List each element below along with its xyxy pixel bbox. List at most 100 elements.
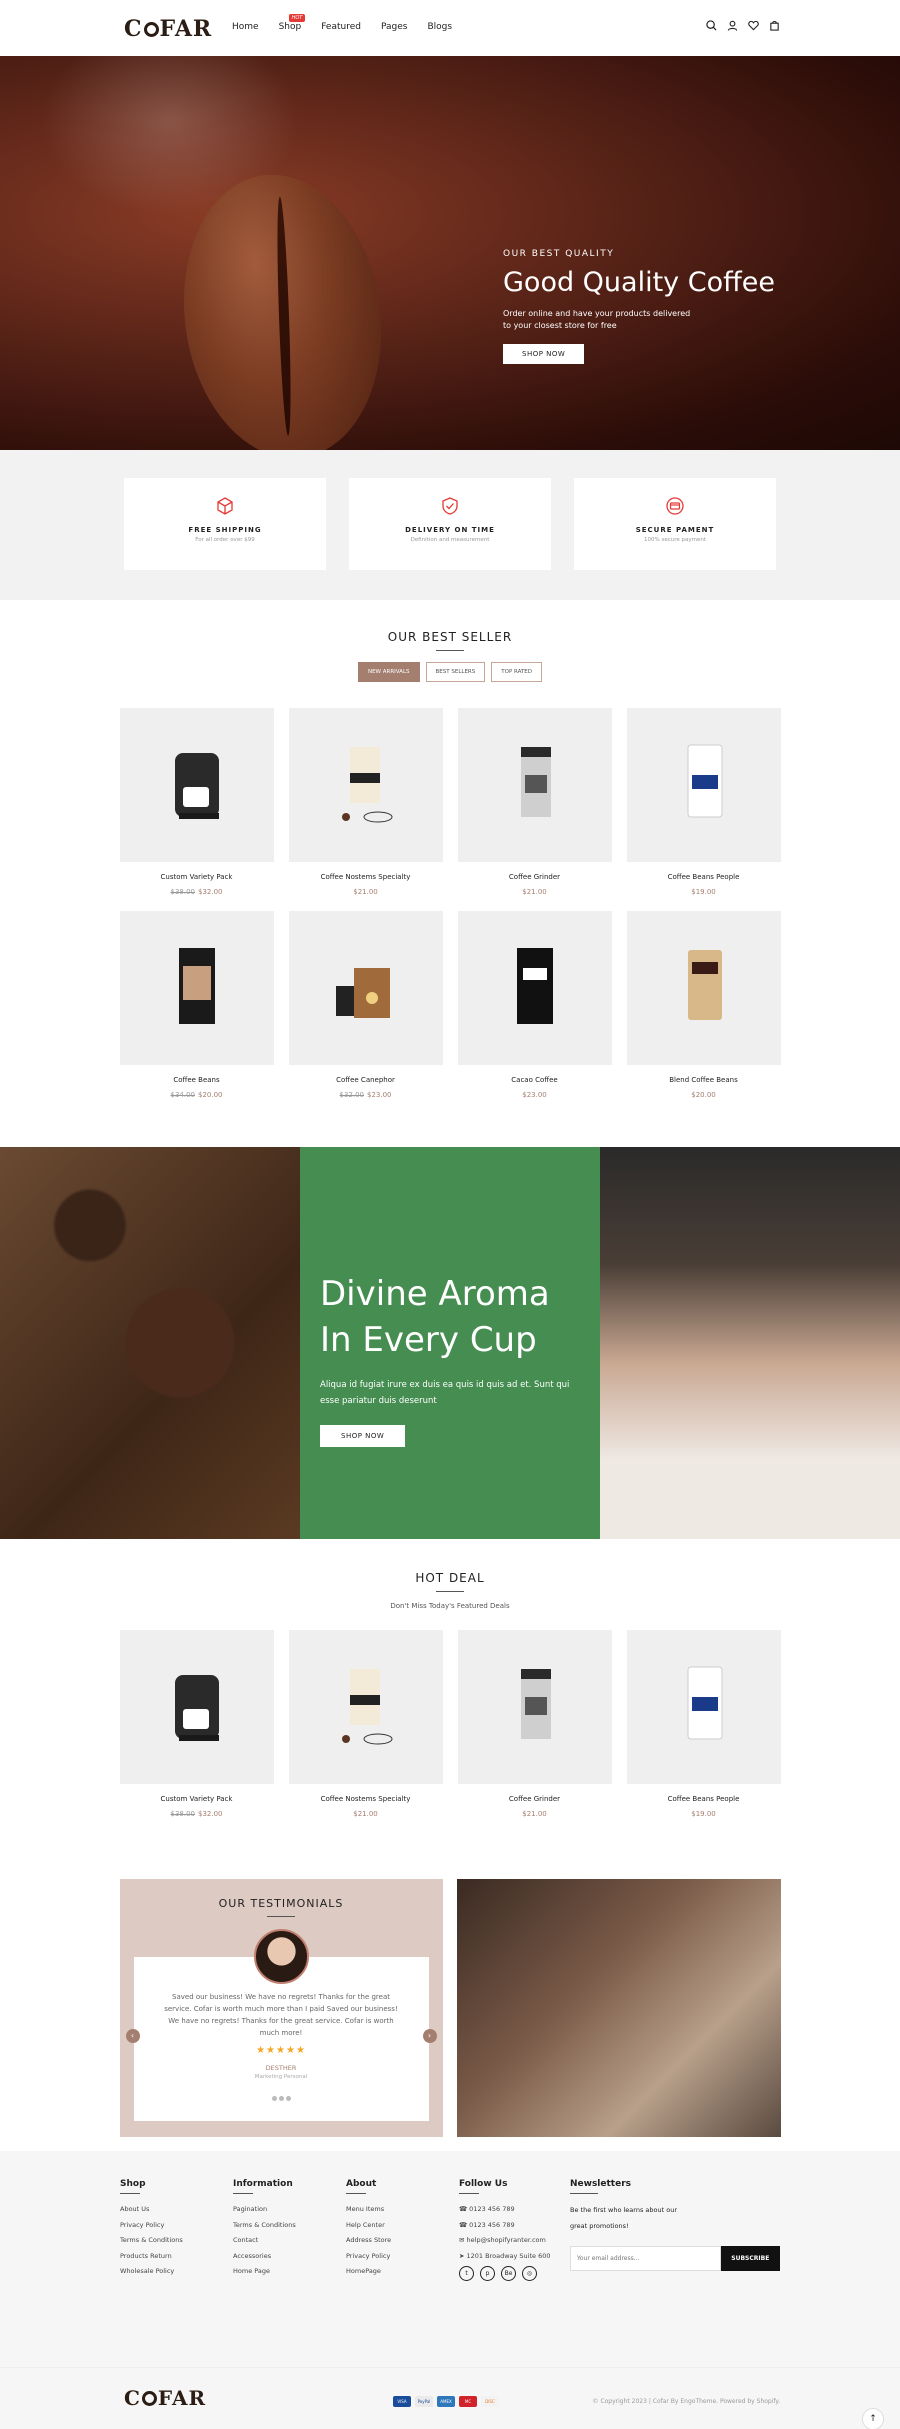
nav-home[interactable]: Home — [232, 22, 259, 32]
footer-link[interactable]: Wholesale Policy — [120, 2264, 233, 2280]
product-name[interactable]: Coffee Beans People — [627, 873, 781, 881]
footer-link[interactable]: About Us — [120, 2202, 233, 2218]
product-card[interactable]: Coffee Nostems Specialty $21.00 — [288, 1630, 443, 1833]
footer-link[interactable]: Pagination — [233, 2202, 346, 2218]
product-card[interactable]: Custom Variety Pack $38.00 $32.00 — [119, 708, 274, 911]
product-card[interactable]: Coffee Beans $34.00 $20.00 — [119, 911, 274, 1114]
footer-link[interactable]: Help Center — [346, 2218, 459, 2234]
footer-link[interactable]: Menu Items — [346, 2202, 459, 2218]
nav-featured[interactable]: Featured — [321, 22, 361, 32]
footer-link[interactable]: Home Page — [233, 2264, 346, 2280]
instagram-icon[interactable]: ◎ — [522, 2266, 537, 2281]
footer-link[interactable]: Privacy Policy — [346, 2249, 459, 2265]
product-card[interactable]: Coffee Grinder $21.00 — [457, 1630, 612, 1833]
dot[interactable] — [285, 2096, 291, 2101]
product-name[interactable]: Coffee Beans — [120, 1076, 274, 1084]
footer-link[interactable]: ➤ 1201 Broadway Suite 600 — [459, 2249, 572, 2265]
footer-link-label[interactable]: HomePage — [346, 2267, 381, 2275]
search-icon[interactable] — [706, 20, 717, 31]
product-name[interactable]: Coffee Nostems Specialty — [289, 1795, 443, 1803]
product-card[interactable]: Coffee Beans People $19.00 — [626, 708, 781, 911]
user-icon[interactable] — [727, 20, 738, 31]
nav-shop[interactable]: Shop HOT — [279, 14, 306, 32]
footer-link-label[interactable]: Help Center — [346, 2221, 385, 2229]
tab-best-sellers[interactable]: BEST SELLERS — [425, 662, 486, 682]
footer-link-label[interactable]: Contact — [233, 2236, 258, 2244]
product-image[interactable] — [457, 1630, 612, 1784]
footer-link[interactable]: Terms & Conditions — [233, 2218, 346, 2234]
tab-new-arrivals[interactable]: NEW ARRIVALS — [357, 662, 420, 682]
footer-link[interactable]: HomePage — [346, 2264, 459, 2280]
twitter-icon[interactable]: t — [459, 2266, 474, 2281]
footer-link-label[interactable]: Home Page — [233, 2267, 270, 2275]
product-card[interactable]: Coffee Beans People $19.00 — [626, 1630, 781, 1833]
footer-link-label[interactable]: Terms & Conditions — [120, 2236, 183, 2244]
footer-link-label[interactable]: Accessories — [233, 2252, 271, 2260]
heart-icon[interactable] — [748, 20, 759, 31]
dot[interactable] — [271, 2096, 277, 2101]
product-card[interactable]: Coffee Nostems Specialty $21.00 — [288, 708, 443, 911]
pinterest-icon[interactable]: p — [480, 2266, 495, 2281]
behance-icon[interactable]: Be — [501, 2266, 516, 2281]
product-image[interactable] — [119, 1630, 274, 1784]
product-image[interactable] — [288, 911, 443, 1065]
subscribe-button[interactable]: SUBSCRIBE — [720, 2246, 780, 2271]
footer-link[interactable]: Privacy Policy — [120, 2218, 233, 2234]
product-image[interactable] — [457, 708, 612, 862]
product-image[interactable] — [626, 1630, 781, 1784]
footer-link[interactable]: ✉ help@shopifyranter.com — [459, 2233, 572, 2249]
product-image[interactable] — [626, 708, 781, 862]
hero-shop-button[interactable]: SHOP NOW — [503, 344, 585, 364]
footer-link[interactable]: Terms & Conditions — [120, 2233, 233, 2249]
product-name[interactable]: Coffee Grinder — [458, 873, 612, 881]
cart-icon[interactable] — [769, 20, 780, 31]
footer-link-label[interactable]: 1201 Broadway Suite 600 — [467, 2252, 551, 2260]
footer-link-label[interactable]: Pagination — [233, 2205, 267, 2213]
tab-top-rated[interactable]: TOP RATED — [491, 662, 543, 682]
next-arrow-icon[interactable]: › — [422, 2029, 437, 2043]
product-card[interactable]: Cacao Coffee $23.00 — [457, 911, 612, 1114]
product-name[interactable]: Custom Variety Pack — [120, 873, 274, 881]
footer-link-label[interactable]: Products Return — [120, 2252, 172, 2260]
footer-link-label[interactable]: About Us — [120, 2205, 149, 2213]
product-image[interactable] — [119, 911, 274, 1065]
footer-link[interactable]: Products Return — [120, 2249, 233, 2265]
product-name[interactable]: Coffee Grinder — [458, 1795, 612, 1803]
back-to-top-icon[interactable]: ↑ — [862, 2408, 884, 2429]
prev-arrow-icon[interactable]: ‹ — [125, 2029, 140, 2043]
product-image[interactable] — [457, 911, 612, 1065]
footer-link-label[interactable]: Terms & Conditions — [233, 2221, 296, 2229]
footer-link-label[interactable]: 0123 456 789 — [469, 2221, 515, 2229]
product-card[interactable]: Blend Coffee Beans $20.00 — [626, 911, 781, 1114]
footer-link[interactable]: ☎ 0123 456 789 — [459, 2218, 572, 2234]
footer-link-label[interactable]: 0123 456 789 — [469, 2205, 515, 2213]
footer-link-label[interactable]: help@shopifyranter.com — [467, 2236, 546, 2244]
footer-link-label[interactable]: Wholesale Policy — [120, 2267, 174, 2275]
footer-link-label[interactable]: Privacy Policy — [346, 2252, 390, 2260]
dot[interactable] — [278, 2096, 284, 2101]
product-name[interactable]: Coffee Nostems Specialty — [289, 873, 443, 881]
email-input[interactable] — [570, 2246, 721, 2271]
product-card[interactable]: Custom Variety Pack $38.00 $32.00 — [119, 1630, 274, 1833]
footer-logo[interactable]: C FAR — [124, 2386, 206, 2410]
product-image[interactable] — [119, 708, 274, 862]
nav-pages[interactable]: Pages — [381, 22, 407, 32]
footer-link-label[interactable]: Menu Items — [346, 2205, 384, 2213]
product-name[interactable]: Coffee Beans People — [627, 1795, 781, 1803]
product-image[interactable] — [288, 708, 443, 862]
product-name[interactable]: Coffee Canephor — [289, 1076, 443, 1084]
product-image[interactable] — [288, 1630, 443, 1784]
footer-link[interactable]: Contact — [233, 2233, 346, 2249]
footer-link-label[interactable]: Address Store — [346, 2236, 391, 2244]
nav-blogs[interactable]: Blogs — [427, 22, 452, 32]
product-card[interactable]: Coffee Canephor $32.00 $23.00 — [288, 911, 443, 1114]
nav-shop-label[interactable]: Shop — [279, 22, 302, 32]
footer-link[interactable]: ☎ 0123 456 789 — [459, 2202, 572, 2218]
product-card[interactable]: Coffee Grinder $21.00 — [457, 708, 612, 911]
product-image[interactable] — [626, 911, 781, 1065]
product-name[interactable]: Blend Coffee Beans — [627, 1076, 781, 1084]
product-name[interactable]: Cacao Coffee — [458, 1076, 612, 1084]
footer-link[interactable]: Accessories — [233, 2249, 346, 2265]
promo-shop-button[interactable]: SHOP NOW — [320, 1425, 406, 1447]
logo[interactable]: C FAR — [124, 16, 212, 42]
